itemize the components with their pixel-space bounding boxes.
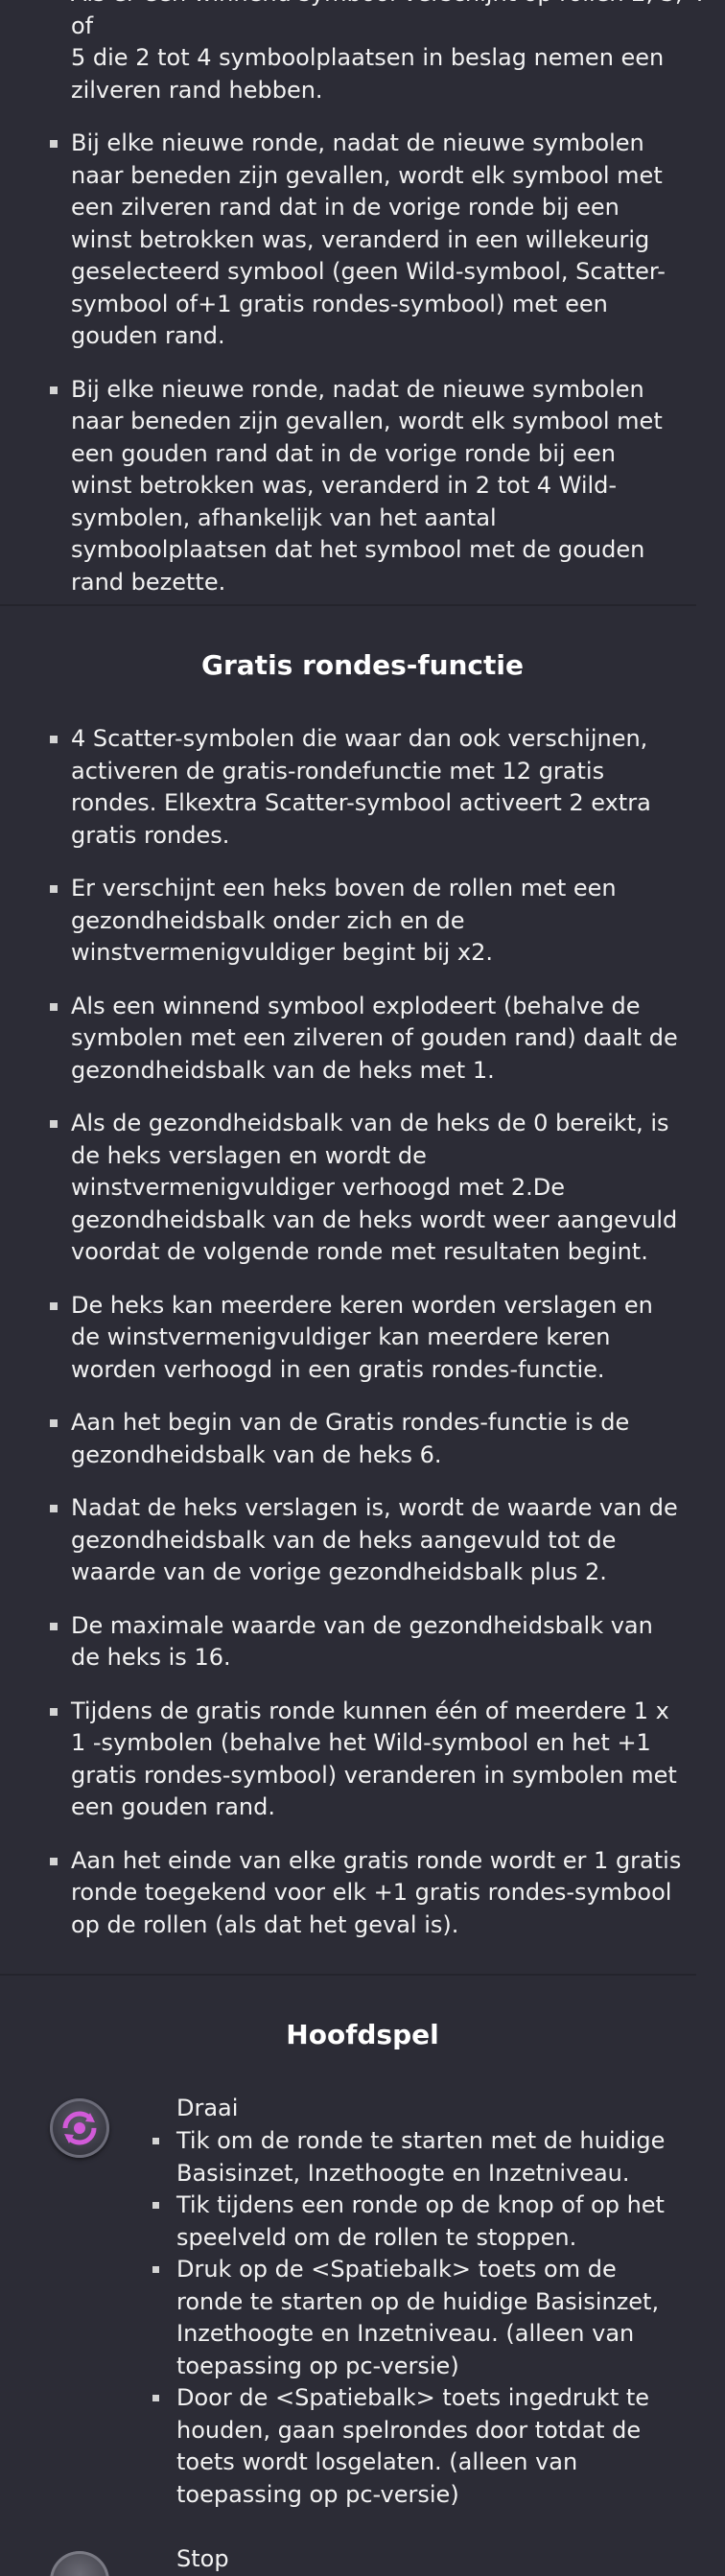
- list-item: Er verschijnt een heks boven de rollen m…: [0, 873, 725, 970]
- main-game-section: Hoofdspel Draai Tik om de ronde te start…: [0, 2016, 725, 2576]
- list-item: 4 Scatter-symbolen die waar dan ook vers…: [0, 723, 725, 852]
- free-spins-section: Gratis rondes-functie 4 Scatter-symbolen…: [0, 646, 725, 1962]
- spin-icon[interactable]: [50, 2098, 109, 2158]
- spin-feature: Draai Tik om de ronde te starten met de …: [0, 2093, 725, 2553]
- wild-features-list: Bij elke nieuwe ronde, nadat de nieuwe s…: [0, 128, 725, 598]
- list-item: Aan het begin van de Gratis rondes-funct…: [0, 1407, 725, 1471]
- intro-line: zilveren rand hebben.: [71, 76, 323, 104]
- wild-features-section: Als er een winnend symbool verschijnt op…: [0, 0, 725, 620]
- section-title: Gratis rondes-functie: [201, 649, 524, 681]
- free-spins-list: 4 Scatter-symbolen die waar dan ook vers…: [0, 723, 725, 1941]
- intro-line: Als er een winnend symbool verschijnt op…: [71, 0, 705, 39]
- list-item: Tijdens de gratis ronde kunnen één of me…: [0, 1696, 725, 1824]
- section-divider: [0, 604, 696, 606]
- intro-line: 5 die 2 tot 4 symboolplaatsen in beslag …: [71, 44, 665, 71]
- intro-paragraph: Als er een winnend symbool verschijnt op…: [0, 0, 725, 106]
- list-item: Aan het einde van elke gratis ronde word…: [0, 1845, 725, 1942]
- list-item: Als een winnend symbool explodeert (beha…: [0, 991, 725, 1088]
- spin-arrows-icon: [62, 2111, 97, 2145]
- stop-icon[interactable]: [50, 2551, 109, 2576]
- list-item: De heks kan meerdere keren worden versla…: [0, 1290, 725, 1387]
- list-item: Tik tijdens een ronde op de knop of op h…: [152, 2190, 685, 2254]
- list-item: Door de <Spatiebalk> toets ingedrukt te …: [152, 2382, 685, 2511]
- stop-feature: Stop: [0, 2543, 725, 2576]
- spin-feature-list: Tik om de ronde te starten met de huidig…: [152, 2125, 685, 2511]
- list-item: Bij elke nieuwe ronde, nadat de nieuwe s…: [0, 128, 725, 353]
- list-item: Bij elke nieuwe ronde, nadat de nieuwe s…: [0, 374, 725, 599]
- section-divider: [0, 1974, 696, 1976]
- list-item: Druk op de <Spatiebalk> toets om de rond…: [152, 2254, 685, 2382]
- list-item: De maximale waarde van de gezondheidsbal…: [0, 1610, 725, 1674]
- section-title: Hoofdspel: [286, 2019, 439, 2050]
- stop-feature-name: Stop: [176, 2545, 229, 2572]
- game-rules-page: Als er een winnend symbool verschijnt op…: [0, 0, 725, 2576]
- list-item: Nadat de heks verslagen is, wordt de waa…: [0, 1492, 725, 1589]
- list-item: Tik om de ronde te starten met de huidig…: [152, 2125, 685, 2190]
- list-item: Als de gezondheidsbalk van de heks de 0 …: [0, 1108, 725, 1269]
- spin-feature-name: Draai: [176, 2095, 239, 2121]
